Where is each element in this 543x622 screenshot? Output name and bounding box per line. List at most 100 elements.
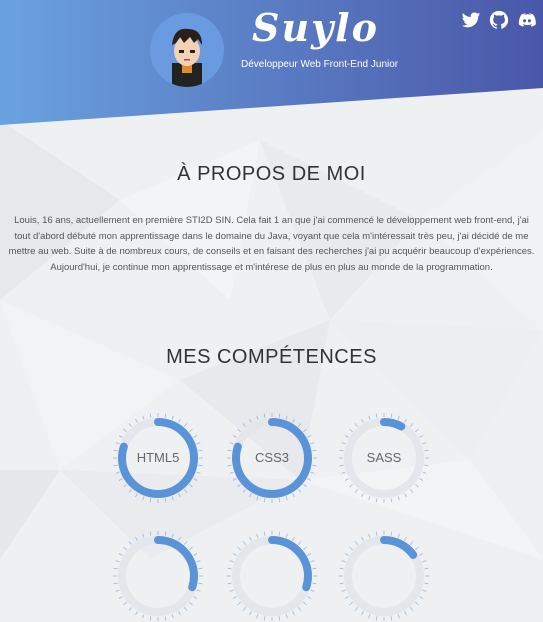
ring-tick bbox=[118, 553, 123, 556]
ring-tick bbox=[113, 464, 118, 467]
ring-tick bbox=[285, 614, 288, 619]
twitter-icon[interactable] bbox=[461, 10, 481, 30]
ring-tick bbox=[312, 567, 317, 570]
ring-tick bbox=[237, 602, 241, 606]
ring-tick bbox=[424, 582, 429, 585]
ring-tick bbox=[113, 567, 118, 570]
ring-tick bbox=[149, 616, 152, 621]
ring-tick bbox=[142, 496, 145, 501]
ring-tick bbox=[354, 607, 358, 611]
ring-tick bbox=[390, 616, 393, 621]
discord-icon[interactable] bbox=[517, 10, 537, 30]
skill-label: SASS bbox=[366, 450, 402, 465]
ring-tick bbox=[310, 442, 315, 445]
ring-tick bbox=[229, 560, 234, 563]
ring-tick bbox=[263, 498, 266, 503]
ring-tick bbox=[115, 560, 120, 563]
skill-row2-2 bbox=[226, 530, 318, 622]
ring-tick bbox=[198, 464, 203, 467]
ring-tick bbox=[249, 611, 252, 616]
ring-tick bbox=[303, 484, 307, 488]
ring-tick bbox=[419, 596, 424, 599]
site-header: Suylo Développeur Web Front-End Junior bbox=[0, 0, 543, 125]
ring-tick bbox=[263, 413, 266, 418]
ring-tick bbox=[229, 589, 234, 592]
ring-tick bbox=[410, 607, 414, 611]
about-text: Louis, 16 ans, actuellement en première … bbox=[8, 215, 535, 273]
ring-tick bbox=[227, 464, 232, 467]
ring-tick bbox=[142, 614, 145, 619]
ring-tick bbox=[303, 546, 307, 550]
ring-tick bbox=[285, 533, 288, 538]
site-logo[interactable]: Suylo bbox=[252, 5, 379, 50]
ring-tick bbox=[149, 531, 152, 536]
ring-tick bbox=[390, 413, 393, 418]
ring-tick bbox=[123, 428, 127, 432]
ring-tick bbox=[349, 428, 353, 432]
ring-tick bbox=[410, 489, 414, 493]
ring-tick bbox=[113, 582, 118, 585]
ring-tick bbox=[344, 435, 349, 438]
ring-tick bbox=[419, 478, 424, 481]
skill-label: HTML5 bbox=[136, 450, 180, 465]
ring-tick bbox=[298, 489, 302, 493]
ring-tick bbox=[397, 415, 400, 420]
ring-tick bbox=[397, 496, 400, 501]
ring-tick bbox=[115, 471, 120, 474]
ring-tick bbox=[142, 533, 145, 538]
ring-tick bbox=[341, 471, 346, 474]
ring-tick bbox=[178, 536, 181, 541]
ring-tick bbox=[422, 471, 427, 474]
ring-tick bbox=[422, 442, 427, 445]
ring-tick bbox=[229, 471, 234, 474]
ring-tick bbox=[142, 415, 145, 420]
ring-tick bbox=[415, 484, 419, 488]
ring-tick bbox=[229, 442, 234, 445]
ring-tick bbox=[184, 541, 188, 545]
ring-tick bbox=[198, 582, 203, 585]
ring-tick bbox=[189, 484, 193, 488]
ring-tick bbox=[307, 478, 312, 481]
ring-tick bbox=[310, 471, 315, 474]
ring-tick bbox=[341, 560, 346, 563]
ring-tick bbox=[397, 533, 400, 538]
ring-tick bbox=[278, 498, 281, 503]
ring-tick bbox=[256, 533, 259, 538]
ring-tick bbox=[196, 442, 201, 445]
ring-tick bbox=[115, 589, 120, 592]
ring-tick bbox=[292, 536, 295, 541]
ring-tick bbox=[310, 560, 315, 563]
ring-tick bbox=[249, 493, 252, 498]
ring-tick bbox=[368, 614, 371, 619]
ring-tick bbox=[232, 596, 237, 599]
ring-tick bbox=[404, 418, 407, 423]
skill-row2-1 bbox=[112, 530, 204, 622]
ring-tick bbox=[349, 602, 353, 606]
ring-tick bbox=[193, 596, 198, 599]
ring-tick bbox=[303, 428, 307, 432]
skill-label: CSS3 bbox=[255, 450, 289, 465]
avatar-illustration bbox=[172, 28, 202, 87]
ring-tick bbox=[256, 415, 259, 420]
ring-tick bbox=[312, 582, 317, 585]
ring-tick bbox=[422, 589, 427, 592]
ring-tick bbox=[424, 464, 429, 467]
ring-tick bbox=[278, 616, 281, 621]
ring-tick bbox=[171, 533, 174, 538]
ring-tick bbox=[237, 546, 241, 550]
ring-tick bbox=[189, 546, 193, 550]
ring-tick bbox=[115, 442, 120, 445]
ring-tick bbox=[189, 602, 193, 606]
github-icon[interactable] bbox=[489, 10, 509, 30]
ring-tick bbox=[263, 616, 266, 621]
ring-tick bbox=[135, 493, 138, 498]
ring-tick bbox=[285, 415, 288, 420]
ring-tick bbox=[341, 442, 346, 445]
ring-tick bbox=[307, 596, 312, 599]
tagline: Développeur Web Front-End Junior bbox=[241, 59, 399, 70]
ring-tick bbox=[196, 589, 201, 592]
ring-tick bbox=[184, 607, 188, 611]
ring-tick bbox=[256, 496, 259, 501]
ring-tick bbox=[339, 567, 344, 570]
skill-ring bbox=[227, 531, 317, 621]
